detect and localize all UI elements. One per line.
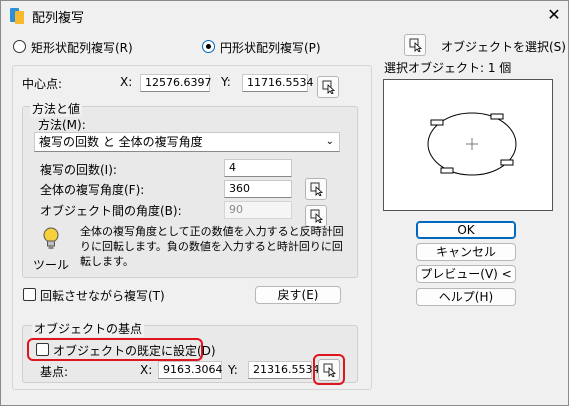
center-y-input[interactable]: 11716.5534 — [242, 74, 313, 92]
center-point-label: 中心点: — [22, 77, 63, 91]
close-icon[interactable]: ✕ — [544, 5, 564, 25]
chevron-down-icon: ⌄ — [325, 136, 334, 147]
cancel-button[interactable]: キャンセル — [416, 243, 516, 261]
center-pick-button[interactable] — [317, 76, 339, 98]
rect-array-radio[interactable] — [13, 40, 26, 53]
tip-text: 全体の複写角度として正の数値を入力すると反時計回りに回転します。負の数値を入力す… — [80, 225, 344, 268]
center-y-label: Y: — [221, 75, 231, 89]
base-y-label: Y: — [228, 363, 238, 377]
copy-count-input[interactable]: 4 — [224, 159, 292, 177]
total-angle-input[interactable]: 360 — [224, 180, 292, 198]
select-objects-label: オブジェクトを選択(S) — [441, 40, 566, 54]
method-values-title: 方法と値 — [30, 100, 83, 117]
pick-point-icon — [322, 80, 336, 94]
method-select-value: 複写の回数 と 全体の複写角度 — [39, 135, 203, 149]
base-point-title: オブジェクトの基点 — [32, 320, 145, 337]
rect-array-label[interactable]: 矩形状配列複写(R) — [31, 39, 133, 56]
pick-point-icon — [323, 363, 337, 377]
array-preview — [383, 79, 553, 211]
rotate-label[interactable]: 回転させながら複写(T) — [40, 287, 165, 304]
window-title: 配列複写 — [32, 11, 85, 26]
preview-button[interactable]: プレビュー(V) < — [416, 265, 516, 283]
center-x-label: X: — [120, 75, 133, 89]
total-angle-pick-button[interactable] — [305, 178, 327, 200]
polar-array-radio[interactable] — [202, 40, 215, 53]
base-pick-button[interactable] — [318, 359, 340, 381]
center-x-input[interactable]: 12576.6397 — [140, 74, 211, 92]
rotate-checkbox[interactable] — [23, 288, 36, 301]
lightbulb-icon — [40, 226, 62, 252]
app-icon — [10, 8, 24, 24]
pick-cursor-icon — [409, 38, 423, 52]
help-button[interactable]: ヘルプ(H) — [416, 288, 516, 306]
default-checkbox[interactable] — [36, 343, 49, 356]
title-bar — [1, 1, 568, 31]
between-angle-label: オブジェクト間の角度(B): — [40, 204, 182, 218]
between-angle-input: 90 — [224, 201, 292, 219]
base-x-input[interactable]: 9163.3064 — [158, 361, 223, 379]
base-point-label: 基点: — [40, 365, 69, 379]
preview-drawing — [427, 112, 517, 176]
default-label[interactable]: オブジェクトの既定に設定(D) — [53, 342, 216, 359]
select-objects-button[interactable] — [404, 34, 426, 56]
copy-count-label: 複写の回数(I): — [40, 163, 117, 177]
reset-button[interactable]: 戻す(E) — [255, 286, 341, 304]
ok-button[interactable]: OK — [416, 221, 516, 239]
method-select[interactable]: 複写の回数 と 全体の複写角度 ⌄ — [34, 132, 340, 152]
base-y-input[interactable]: 21316.5534 — [248, 361, 319, 379]
method-label: 方法(M): — [38, 118, 86, 132]
selected-count-text: 選択オブジェクト: 1 個 — [384, 61, 512, 75]
pick-angle-icon — [310, 182, 324, 196]
pick-angle-icon — [310, 209, 324, 223]
tip-label: ツール — [33, 258, 70, 272]
polar-array-label[interactable]: 円形状配列複写(P) — [220, 39, 321, 56]
total-angle-label: 全体の複写角度(F): — [40, 183, 145, 197]
base-x-label: X: — [140, 363, 153, 377]
